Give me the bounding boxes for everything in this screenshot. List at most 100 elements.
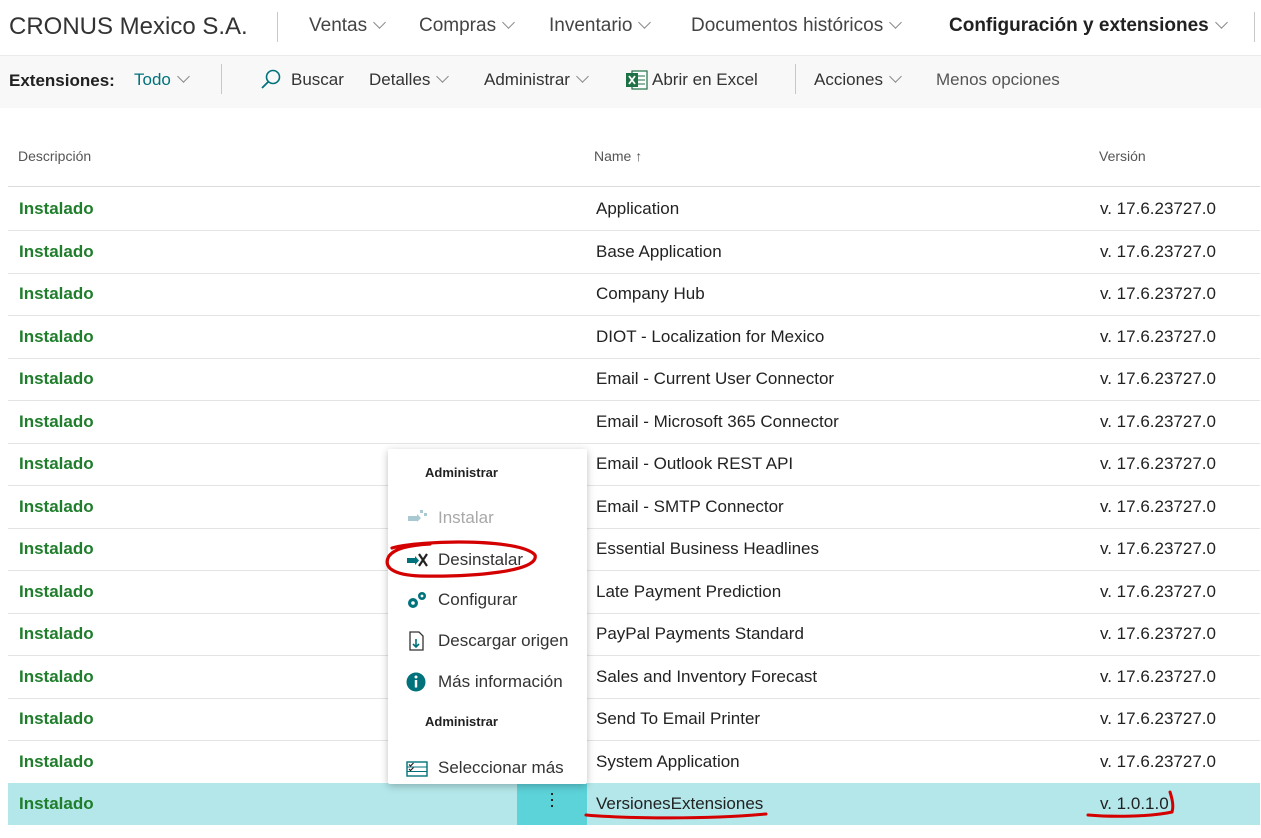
chevron-down-icon <box>638 16 652 29</box>
version-cell: v. 17.6.23727.0 <box>1100 582 1216 601</box>
table-row[interactable]: Instalado Application v. 17.6.23727.0 <box>8 188 1260 231</box>
name-cell[interactable]: Email - Current User Connector <box>596 369 834 389</box>
chevron-down-icon <box>1214 16 1228 29</box>
chevron-down-icon <box>889 70 902 83</box>
status-cell: Instalado <box>19 539 94 558</box>
table-row[interactable]: Instalado Email - SMTP Connector v. 17.6.2… <box>8 486 1260 529</box>
status-cell: Instalado <box>19 284 94 303</box>
action-toolbar: Extensiones: Todo Buscar Detalles Admini… <box>0 56 1261 108</box>
column-header-description[interactable]: Descripción <box>18 148 91 164</box>
status-cell: Instalado <box>19 454 94 473</box>
nav-ventas[interactable]: Ventas <box>309 15 386 37</box>
chevron-down-icon <box>502 16 515 29</box>
status-cell: Instalado <box>19 242 94 261</box>
name-cell[interactable]: PayPal Payments Standard <box>596 624 804 644</box>
menu-heading: Administrar <box>425 465 498 480</box>
status-cell: Instalado <box>19 412 94 431</box>
less-options-button[interactable]: Menos opciones <box>936 70 1060 90</box>
status-cell: Instalado <box>19 667 94 686</box>
status-cell: Instalado <box>19 369 94 388</box>
download-file-icon <box>409 631 424 651</box>
table-row[interactable]: Instalado PayPal Payments Standard v. 17.6… <box>8 613 1260 656</box>
table-row[interactable]: Instalado Company Hub v. 17.6.23727.0 <box>8 273 1260 316</box>
status-cell: Instalado <box>19 752 94 771</box>
name-cell[interactable]: Email - Outlook REST API <box>596 454 793 474</box>
table-row[interactable]: Instalado Email - Microsoft 365 Connector… <box>8 401 1260 444</box>
version-cell: v. 17.6.23727.0 <box>1100 369 1216 388</box>
version-cell: v. 17.6.23727.0 <box>1100 539 1216 558</box>
table-row[interactable]: Instalado Essential Business Headlines v. … <box>8 528 1260 571</box>
nav-documentos-historicos[interactable]: Documentos históricos <box>691 15 903 37</box>
name-cell[interactable]: Sales and Inventory Forecast <box>596 667 817 687</box>
name-cell[interactable]: Company Hub <box>596 284 705 304</box>
divider <box>1254 12 1255 42</box>
install-icon <box>408 510 427 522</box>
name-cell[interactable]: Email - SMTP Connector <box>596 497 784 517</box>
actions-dropdown[interactable]: Acciones <box>814 70 902 90</box>
chevron-down-icon <box>576 70 589 83</box>
uninstall-icon <box>407 553 428 567</box>
version-cell: v. 17.6.23727.0 <box>1100 284 1216 303</box>
version-cell: v. 17.6.23727.0 <box>1100 752 1216 771</box>
table-header: Descripción Name ↑ Versión <box>8 140 1260 187</box>
name-cell[interactable]: System Application <box>596 752 740 772</box>
status-cell: Instalado <box>19 624 94 643</box>
manage-dropdown[interactable]: Administrar <box>484 70 589 90</box>
row-context-menu: Administrar Instalar Desinstalar Configu… <box>388 449 587 784</box>
details-dropdown[interactable]: Detalles <box>369 70 450 90</box>
nav-compras[interactable]: Compras <box>419 15 515 37</box>
table-row[interactable]: Instalado Email - Outlook REST API v. 17.6… <box>8 443 1260 486</box>
filter-dropdown[interactable]: Todo <box>134 70 190 90</box>
version-cell: v. 17.6.23727.0 <box>1100 454 1216 473</box>
sort-ascending-icon: ↑ <box>635 148 643 164</box>
nav-configuracion-extensiones[interactable]: Configuración y extensiones <box>949 15 1228 37</box>
table-row[interactable]: Instalado Send To Email Printer v. 17.6.23… <box>8 698 1260 741</box>
version-cell: v. 17.6.23727.0 <box>1100 327 1216 346</box>
version-cell: v. 17.6.23727.0 <box>1100 709 1216 728</box>
status-cell: Instalado <box>19 497 94 516</box>
version-cell: v. 17.6.23727.0 <box>1100 412 1216 431</box>
version-cell: v. 17.6.23727.0 <box>1100 667 1216 686</box>
configure-icon <box>408 592 426 608</box>
search-icon <box>261 69 281 89</box>
excel-icon <box>626 70 648 90</box>
status-cell: Instalado <box>19 794 94 813</box>
name-cell[interactable]: VersionesExtensiones <box>596 794 763 814</box>
version-cell: v. 1.0.1.0 <box>1100 794 1169 813</box>
chevron-down-icon <box>889 16 903 29</box>
name-cell[interactable]: DIOT - Localization for Mexico <box>596 327 824 347</box>
top-navigation-bar: CRONUS Mexico S.A. Ventas Compras Invent… <box>0 0 1261 56</box>
version-cell: v. 17.6.23727.0 <box>1100 624 1216 643</box>
table-row[interactable]: Instalado Base Application v. 17.6.23727.0 <box>8 231 1260 274</box>
name-cell[interactable]: Email - Microsoft 365 Connector <box>596 412 839 432</box>
table-row-selected[interactable]: Instalado VersionesExtensiones v. 1.0.1.… <box>8 783 1260 825</box>
menu-heading: Administrar <box>425 714 498 729</box>
name-cell[interactable]: Late Payment Prediction <box>596 582 781 602</box>
table-row[interactable]: Instalado Email - Current User Connector v… <box>8 358 1260 401</box>
table-row[interactable]: Instalado Sales and Inventory Forecast v. … <box>8 656 1260 699</box>
name-cell[interactable]: Send To Email Printer <box>596 709 760 729</box>
chevron-down-icon <box>177 70 190 83</box>
table-row[interactable]: Instalado System Application v. 17.6.23727… <box>8 741 1260 784</box>
ellipsis-vertical-icon <box>551 793 553 795</box>
nav-inventario[interactable]: Inventario <box>549 15 652 37</box>
name-cell[interactable]: Application <box>596 199 679 219</box>
column-header-version[interactable]: Versión <box>1099 148 1146 164</box>
name-cell[interactable]: Base Application <box>596 242 722 262</box>
chevron-down-icon <box>436 70 450 83</box>
version-cell: v. 17.6.23727.0 <box>1100 199 1216 218</box>
page-label: Extensiones: <box>9 71 115 90</box>
column-header-name[interactable]: Name ↑ <box>594 148 642 164</box>
info-icon <box>406 672 426 692</box>
status-cell: Instalado <box>19 327 94 346</box>
company-name[interactable]: CRONUS Mexico S.A. <box>9 13 248 41</box>
table-row[interactable]: Instalado Late Payment Prediction v. 17.6.… <box>8 571 1260 614</box>
divider <box>795 64 796 94</box>
table-row[interactable]: Instalado DIOT - Localization for Mexico v… <box>8 316 1260 359</box>
open-in-excel-button[interactable]: Abrir en Excel <box>626 70 758 90</box>
divider <box>277 12 278 42</box>
version-cell: v. 17.6.23727.0 <box>1100 497 1216 516</box>
search-button[interactable]: Buscar <box>260 69 344 90</box>
name-cell[interactable]: Essential Business Headlines <box>596 539 819 559</box>
row-actions-button[interactable] <box>517 783 587 825</box>
